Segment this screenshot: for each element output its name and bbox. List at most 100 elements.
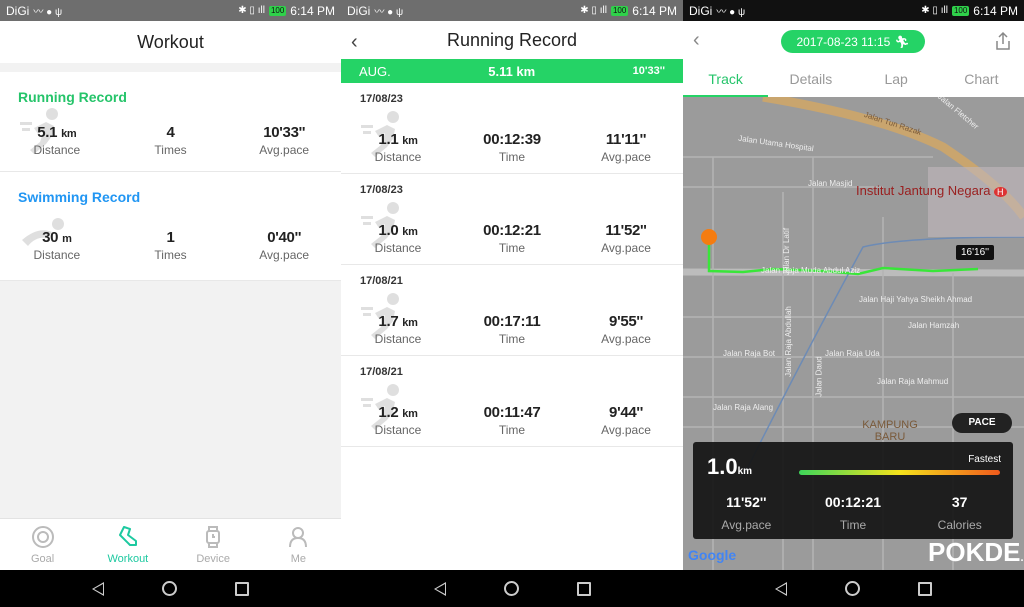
tab-label: Workout	[107, 552, 149, 565]
times-label: Times	[154, 143, 187, 157]
back-button[interactable]: ‹	[693, 29, 700, 52]
page-title: Running Record	[446, 29, 578, 50]
summary-calories: 37	[951, 494, 968, 510]
carrier: DiGi	[6, 3, 30, 18]
record-date: 17/08/21	[360, 366, 403, 378]
month-pace: 10'33''	[632, 65, 665, 77]
nav-home-button[interactable]	[162, 581, 177, 596]
tab-lap[interactable]: Lap	[854, 63, 939, 97]
distance-label: Distance	[33, 143, 81, 157]
map-label: Jalan Raja Muda Abdul Aziz	[761, 266, 861, 275]
swimming-record-title: Swimming Record	[18, 189, 141, 205]
map-label: Jalan Raja Mahmud	[877, 377, 949, 386]
back-button[interactable]: ‹	[351, 31, 358, 54]
header: ‹ 2017-08-23 11:15 🏃︎	[683, 21, 1024, 63]
map-label: Jalan Haji Yahya Sheikh Ahmad	[859, 295, 973, 304]
page-title: Workout	[0, 21, 341, 63]
route-map[interactable]: Jalan Tun Razak Jalan Fletcher Jalan Uta…	[683, 97, 1024, 570]
record-pace: 11'11''	[605, 131, 647, 148]
record-row[interactable]: 17/08/23 1.1 km Distance 00:12:39 Time 11'…	[341, 83, 683, 174]
battery-icon: 100	[951, 5, 970, 16]
running-record-card[interactable]: Running Record 5.1 km Distance 4 Times 10'…	[0, 72, 341, 172]
workout-screen: DiGi 〰 ● ψ ✱ ▯ ıll 100 6:14 PM Workout Runn…	[0, 0, 341, 607]
tab-chart[interactable]: Chart	[939, 63, 1024, 97]
summary-pace: 11'52''	[726, 494, 767, 510]
record-distance: 1.1	[378, 131, 399, 148]
summary-unit: km	[737, 466, 753, 477]
pace-label: Avg.pace	[601, 332, 651, 346]
status-bar: DiGi 〰 ● ψ ✱ ▯ ıll 100 6:14 PM	[683, 0, 1024, 21]
summary-panel: 1.0km Fastest 11'52'' Avg.pace 00:12:21 Ti…	[693, 442, 1013, 539]
map-label: Jalan Raja Alang	[713, 403, 774, 412]
nav-back-button[interactable]	[433, 581, 446, 596]
times-label: Times	[154, 248, 187, 262]
record-distance: 1.2	[378, 404, 399, 421]
nav-recents-button[interactable]	[918, 581, 932, 596]
clock: 6:14 PM	[632, 3, 677, 18]
record-row[interactable]: 17/08/21 1.7 km Distance 00:17:11 Time 9'5…	[341, 265, 683, 356]
calories-label: Calories	[937, 518, 982, 532]
distance-unit: km	[61, 128, 77, 140]
distance-label: Distance	[33, 248, 81, 262]
map-label: Jalan Raja Uda	[825, 349, 880, 358]
tab-workout[interactable]: Workout	[85, 519, 170, 570]
running-pace: 10'33''	[263, 124, 306, 141]
carrier: DiGi	[689, 3, 713, 18]
map-label: KAMPUNG BARU	[862, 419, 918, 443]
nav-back-button[interactable]	[92, 581, 104, 596]
status-bar: DiGi 〰 ● ψ ✱ ▯ ıll 100 6:14 PM	[0, 0, 341, 21]
tab-device[interactable]: Device	[171, 519, 256, 570]
summary-time: 00:12:21	[824, 494, 882, 510]
tab-details[interactable]: Details	[768, 63, 853, 97]
tab-track[interactable]: Track	[683, 63, 769, 97]
time-label: Time	[498, 332, 526, 346]
tab-goal[interactable]: Goal	[0, 519, 85, 570]
time-label: Time	[839, 518, 867, 532]
record-row[interactable]: 17/08/21 1.2 km Distance 00:11:47 Time 9'4…	[341, 356, 683, 447]
distance-unit: km	[402, 226, 418, 238]
watch-icon	[206, 525, 221, 548]
carrier: DiGi	[347, 3, 371, 18]
pokde-watermark: POKDE.NET	[928, 537, 1024, 567]
swimming-times: 1	[166, 229, 175, 246]
nav-recents-button[interactable]	[576, 581, 591, 596]
workout-datetime: 2017-08-23 11:15	[796, 34, 891, 49]
pace-button[interactable]: PACE	[952, 413, 1012, 433]
distance-label: Distance	[374, 241, 422, 255]
poi-hospital[interactable]: Institut Jantung Negara H	[856, 183, 1007, 198]
distance-label: Distance	[374, 423, 422, 437]
record-row[interactable]: 17/08/23 1.0 km Distance 00:12:21 Time 11'…	[341, 174, 683, 265]
nav-back-button[interactable]	[775, 581, 787, 596]
record-time: 00:17:11	[483, 313, 541, 330]
shoe-icon	[118, 525, 137, 546]
pace-label: Avg.pace	[601, 241, 651, 255]
swimming-record-card[interactable]: Swimming Record 30 m Distance 1 Times 0'40…	[0, 172, 341, 281]
pace-label: Avg.pace	[601, 150, 651, 164]
status-bar: DiGi 〰 ● ψ ✱ ▯ ıll 100 6:14 PM	[341, 0, 683, 21]
record-time: 00:11:47	[483, 404, 541, 421]
pace-label: Avg.pace	[259, 143, 310, 157]
person-icon	[289, 526, 308, 547]
share-icon[interactable]	[994, 31, 1012, 51]
nav-home-button[interactable]	[503, 581, 519, 596]
distance-unit: km	[402, 317, 418, 329]
tab-me[interactable]: Me	[256, 519, 341, 570]
map-label: Jalan Raja Bot	[723, 349, 776, 358]
battery-icon: 100	[610, 5, 629, 16]
running-distance: 5.1	[37, 124, 58, 141]
bluetooth-icon: ✱ ▯ ıll	[580, 5, 607, 16]
nav-home-button[interactable]	[845, 581, 860, 596]
record-pace: 9'44''	[609, 404, 643, 421]
nav-recents-button[interactable]	[235, 581, 249, 596]
notification-icons: 〰 ● ψ	[374, 7, 404, 18]
poi-label: Institut Jantung Negara	[856, 183, 991, 198]
running-record-title: Running Record	[18, 89, 127, 105]
runner-icon: 🏃︎	[894, 34, 910, 49]
record-distance: 1.0	[378, 222, 399, 239]
record-time: 00:12:21	[483, 222, 541, 239]
swimming-distance: 30	[42, 229, 59, 246]
google-logo: Google	[688, 547, 737, 563]
running-times: 4	[166, 124, 175, 141]
tab-label: Device	[196, 552, 230, 565]
bottom-tab-bar: Goal Workout Device Me	[0, 518, 341, 570]
